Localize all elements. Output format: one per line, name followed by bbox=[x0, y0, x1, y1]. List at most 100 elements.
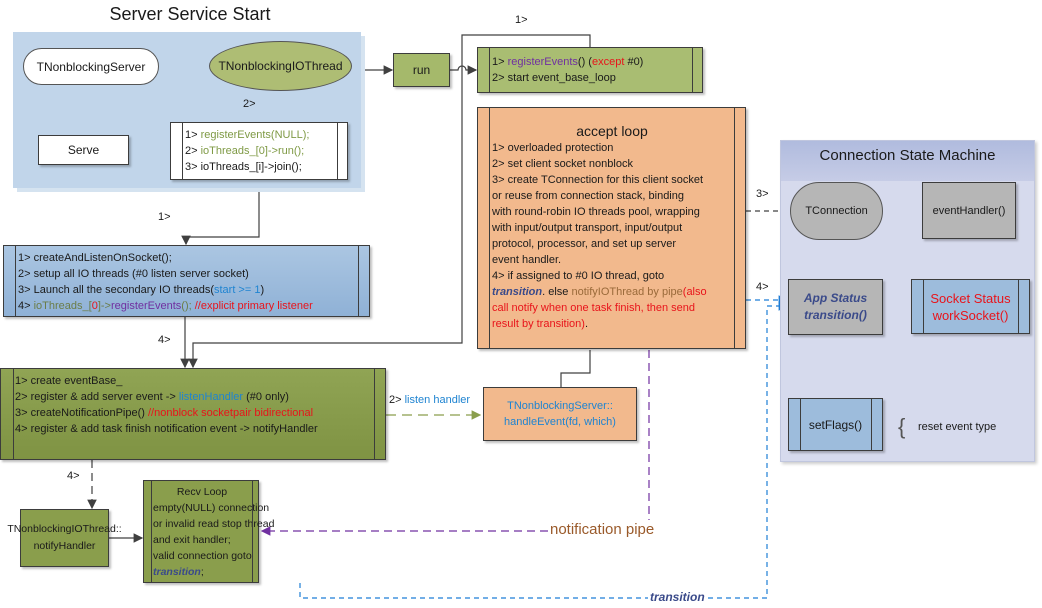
listen-setup-steps: 1> createAndListenOnSocket(); 2> setup al… bbox=[18, 250, 369, 314]
text-segment: or reuse from connection stack, binding bbox=[492, 190, 684, 202]
text-line: 2> ioThreads_[0]->run(); bbox=[185, 143, 347, 159]
recv-loop-title: Recv Loop bbox=[176, 486, 228, 498]
edge-label-1: 1> bbox=[158, 211, 171, 223]
tconnection-node: TConnection bbox=[790, 182, 883, 240]
accept-loop-steps: 1> overloaded protection 2> set client so… bbox=[492, 140, 745, 332]
text-segment: listenHandler bbox=[178, 391, 244, 403]
listen-setup-box: 1> createAndListenOnSocket(); 2> setup al… bbox=[3, 245, 370, 317]
run-node: run bbox=[393, 53, 450, 87]
text-segment: 1> createAndListenOnSocket(); bbox=[18, 252, 172, 264]
text-segment: result by transition) bbox=[492, 318, 585, 330]
text-line: 4> if assigned to #0 IO thread, goto bbox=[492, 268, 745, 284]
event-base-steps: 1> create eventBase_ 2> register & add se… bbox=[15, 373, 385, 437]
edge-number: 2> bbox=[389, 394, 405, 406]
diagram-title: Server Service Start bbox=[109, 4, 271, 24]
text-segment: 2> start event_base_loop bbox=[492, 72, 616, 84]
text-segment: ioThreads_[ bbox=[33, 300, 92, 312]
text-segment: (#0 only) bbox=[243, 391, 289, 403]
text-line: 2> register & add server event -> listen… bbox=[15, 389, 385, 405]
text-segment: 4> register & add task finish notificati… bbox=[15, 423, 318, 435]
text-segment: ; bbox=[200, 566, 204, 578]
set-flags-bar-right bbox=[871, 398, 872, 451]
text-line: 1> registerEvents() (except #0) bbox=[492, 54, 702, 70]
transition-label: transition bbox=[648, 590, 707, 604]
text-segment: 1> overloaded protection bbox=[492, 142, 614, 154]
edge-label-4: 4> bbox=[158, 334, 171, 346]
text-segment: (also bbox=[682, 286, 707, 298]
reset-event-note: reset event type bbox=[918, 421, 997, 433]
text-line: 2> set client socket nonblock bbox=[492, 156, 745, 172]
listen-handler-edge-label: 2> listen handler bbox=[389, 394, 470, 406]
text-segment: 2> setup all IO threads (#0 listen serve… bbox=[18, 268, 249, 280]
text-line: 1> registerEvents(NULL); bbox=[185, 127, 347, 143]
set-flags-bar-left bbox=[800, 398, 801, 451]
text-segment: and exit handler; bbox=[153, 534, 231, 546]
edge-label-4-bottom: 4> bbox=[67, 470, 80, 482]
server-steps: 1> registerEvents(NULL); 2> ioThreads_[0]… bbox=[185, 127, 347, 175]
server-steps-box: 1> registerEvents(NULL); 2> ioThreads_[0]… bbox=[170, 122, 348, 180]
text-segment: 3> Launch all the secondary IO threads( bbox=[18, 284, 214, 296]
socket-status-line2: workSocket() bbox=[932, 307, 1009, 323]
text-segment: ]-> bbox=[97, 300, 111, 312]
socket-status-line1: Socket Status bbox=[930, 290, 1011, 306]
text-segment: valid connection goto bbox=[153, 550, 252, 562]
text-line: with round-robin IO threads pool, wrappi… bbox=[492, 204, 745, 220]
notify-handler-line1: TNonblockingIOThread:: bbox=[7, 523, 122, 535]
brace-icon: { bbox=[898, 414, 906, 439]
text-segment: 1> bbox=[492, 56, 508, 68]
text-segment: ioThreads_[0]->run(); bbox=[200, 145, 305, 157]
register-events-box: 1> registerEvents() (except #0) 2> start … bbox=[477, 47, 703, 93]
text-line: 1> create eventBase_ bbox=[15, 373, 385, 389]
text-segment: #0) bbox=[624, 56, 644, 68]
event-base-box: 1> create eventBase_ 2> register & add se… bbox=[0, 368, 386, 460]
text-segment: //nonblock socketpair bidirectional bbox=[147, 407, 314, 419]
text-segment: notifyIOThread by pipe bbox=[571, 286, 683, 298]
text-segment: with round-robin IO threads pool, wrappi… bbox=[492, 206, 700, 218]
state-machine-title: Connection State Machine bbox=[819, 147, 996, 164]
text-segment: . else bbox=[542, 286, 572, 298]
text-segment: protocol, processor, and set up server bbox=[492, 238, 677, 250]
text-line: 3> Launch all the secondary IO threads(s… bbox=[18, 282, 369, 298]
text-segment: registerEvents(NULL); bbox=[200, 129, 310, 141]
text-line: or reuse from connection stack, binding bbox=[492, 188, 745, 204]
set-flags-node: setFlags() bbox=[788, 398, 883, 451]
text-line: empty(NULL) connection bbox=[153, 500, 269, 516]
text-line: 3> create TConnection for this client so… bbox=[492, 172, 745, 188]
text-line: transition; bbox=[153, 564, 258, 580]
register-events-steps: 1> registerEvents() (except #0) 2> start … bbox=[492, 54, 702, 86]
text-line: with input/output transport, input/outpu… bbox=[492, 220, 745, 236]
text-segment: call notify when one task finish, then s… bbox=[492, 302, 696, 314]
text-segment: transition bbox=[492, 286, 543, 298]
text-segment: start >= 1 bbox=[213, 284, 261, 296]
text-line: 4> register & add task finish notificati… bbox=[15, 421, 385, 437]
edge-label-3: 3> bbox=[756, 188, 769, 200]
text-segment: 1> bbox=[185, 129, 201, 141]
handle-event-box: TNonblockingServer:: handleEvent(fd, whi… bbox=[483, 387, 637, 441]
text-line: transition. else notifyIOThread by pipe(… bbox=[492, 284, 745, 300]
tnonblockingserver-node: TNonblockingServer bbox=[23, 48, 159, 85]
text-segment: event handler. bbox=[492, 254, 562, 266]
text-segment: 2> set client socket nonblock bbox=[492, 158, 633, 170]
text-segment: 1> create eventBase_ bbox=[15, 375, 123, 387]
text-segment: ) bbox=[260, 284, 265, 296]
text-segment: or invalid read stop thread bbox=[153, 518, 275, 530]
text-segment: 2> bbox=[185, 145, 201, 157]
edge-label-4-right: 4> bbox=[756, 281, 769, 293]
text-line: 2> setup all IO threads (#0 listen serve… bbox=[18, 266, 369, 282]
text-segment: with input/output transport, input/outpu… bbox=[492, 222, 683, 234]
text-line: 3> createNotificationPipe() //nonblock s… bbox=[15, 405, 385, 421]
text-segment: 4> bbox=[18, 300, 34, 312]
text-line: protocol, processor, and set up server bbox=[492, 236, 745, 252]
app-status-line1: App Status bbox=[803, 291, 868, 305]
text-segment: . bbox=[584, 318, 588, 330]
notify-handler-box: TNonblockingIOThread:: notifyHandler bbox=[7, 509, 122, 567]
text-line: or invalid read stop thread bbox=[153, 516, 274, 532]
socket-status-node: Socket Status workSocket() bbox=[911, 279, 1030, 334]
text-line: 1> createAndListenOnSocket(); bbox=[18, 250, 369, 266]
run-to-register-connector bbox=[450, 65, 478, 75]
event-handler-node: eventHandler() bbox=[922, 182, 1016, 239]
recv-loop-box: Recv Loop empty(NULL) connection or inval… bbox=[143, 480, 274, 583]
edge-label-1-top: 1> bbox=[515, 14, 528, 26]
text-segment: 3> createNotificationPipe() bbox=[15, 407, 148, 419]
serve-node: Serve bbox=[38, 135, 129, 165]
